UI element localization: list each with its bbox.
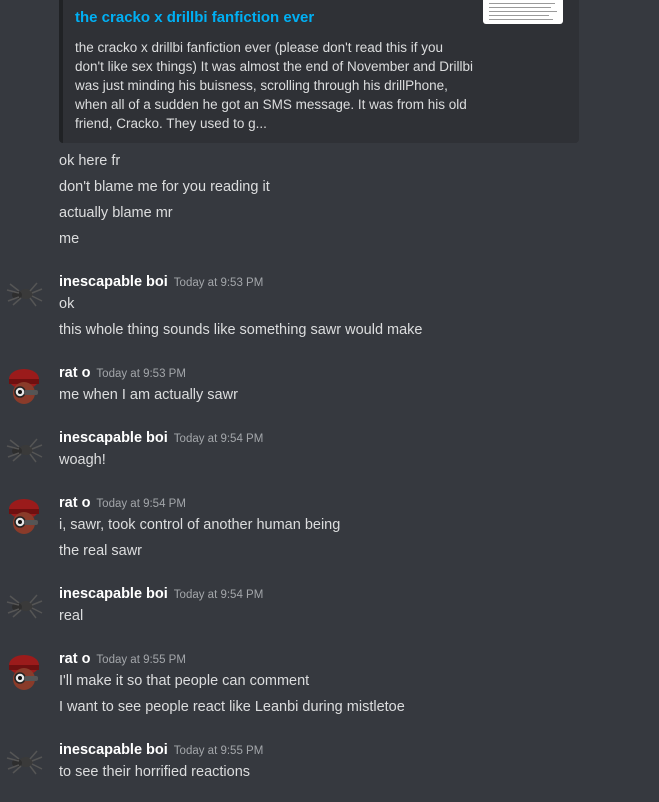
message-line: ok here fr bbox=[59, 153, 121, 169]
message-author[interactable]: rat o Today at 9:55 PM bbox=[59, 649, 186, 670]
message-author[interactable]: inescapable boi Today at 9:54 PM bbox=[59, 428, 263, 449]
message-line: I'll make it so that people can comment bbox=[59, 673, 310, 689]
embed-title-link[interactable]: the cracko x drillbi fanfiction ever bbox=[75, 9, 314, 26]
message-timestamp: Today at 9:53 PM bbox=[96, 368, 186, 380]
embed-thumbnail[interactable] bbox=[483, 0, 563, 24]
message-line: I want to see people react like Leanbi d… bbox=[59, 699, 405, 715]
author-name[interactable]: inescapable boi bbox=[59, 430, 168, 446]
red-cap-avatar[interactable] bbox=[4, 651, 44, 691]
message-author[interactable]: rat o Today at 9:54 PM bbox=[59, 493, 186, 514]
message-timestamp: Today at 9:55 PM bbox=[96, 654, 186, 666]
message-timestamp: Today at 9:54 PM bbox=[173, 433, 264, 445]
message-timestamp: Today at 9:54 PM bbox=[173, 589, 264, 601]
message-line: i, sawr, took control of another human b… bbox=[59, 517, 341, 533]
message-line: me bbox=[59, 231, 80, 247]
link-embed: the cracko x drillbi fanfiction ever the… bbox=[59, 0, 579, 143]
author-name[interactable]: inescapable boi bbox=[59, 742, 168, 758]
author-name[interactable]: inescapable boi bbox=[59, 274, 168, 290]
message-line: ok bbox=[59, 296, 75, 312]
author-name[interactable]: rat o bbox=[59, 651, 90, 667]
spider-avatar[interactable] bbox=[4, 586, 44, 626]
red-cap-avatar[interactable] bbox=[4, 365, 44, 405]
message-line: woagh! bbox=[59, 452, 106, 468]
spider-avatar[interactable] bbox=[4, 742, 44, 782]
message-line: to see their horrified reactions bbox=[59, 764, 251, 780]
message-author[interactable]: rat o Today at 9:53 PM bbox=[59, 363, 186, 384]
message-line: real bbox=[59, 608, 84, 624]
spider-avatar[interactable] bbox=[4, 274, 44, 314]
message-line: actually blame mr bbox=[59, 205, 173, 221]
message-line: this whole thing sounds like something s… bbox=[59, 322, 423, 338]
author-name[interactable]: rat o bbox=[59, 495, 90, 511]
red-cap-avatar[interactable] bbox=[4, 495, 44, 535]
message-timestamp: Today at 9:53 PM bbox=[173, 277, 264, 289]
message-author[interactable]: inescapable boi Today at 9:53 PM bbox=[59, 272, 263, 293]
spider-avatar[interactable] bbox=[4, 430, 44, 470]
message-line: don't blame me for you reading it bbox=[59, 179, 270, 195]
embed-description: the cracko x drillbi fanfiction ever (pl… bbox=[75, 40, 474, 131]
message-timestamp: Today at 9:55 PM bbox=[173, 745, 264, 757]
message-author[interactable]: inescapable boi Today at 9:55 PM bbox=[59, 740, 263, 761]
author-name[interactable]: inescapable boi bbox=[59, 586, 168, 602]
message-line: me when I am actually sawr bbox=[59, 387, 238, 403]
message-author[interactable]: inescapable boi Today at 9:54 PM bbox=[59, 584, 263, 605]
message-timestamp: Today at 9:54 PM bbox=[96, 498, 186, 510]
author-name[interactable]: rat o bbox=[59, 365, 90, 381]
message-line: the real sawr bbox=[59, 543, 143, 559]
